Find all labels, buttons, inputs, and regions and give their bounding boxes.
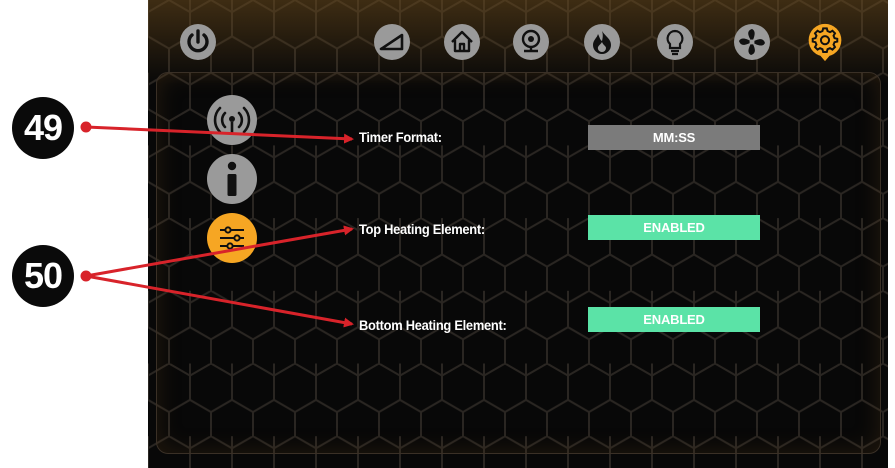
callout-arrows: [80, 121, 354, 328]
arrow-50-bottom-heating: [85, 274, 354, 328]
arrow-49-timer-format: [85, 125, 354, 144]
arrow-50-top-heating: [85, 225, 354, 278]
